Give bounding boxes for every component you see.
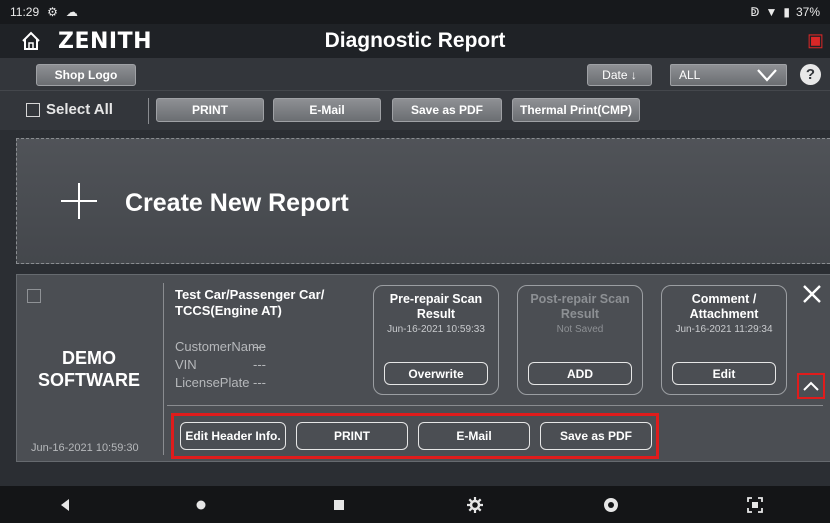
collapse-button[interactable] <box>797 373 825 399</box>
comment-attachment-title: Comment / Attachment <box>662 292 786 322</box>
field-value: --- <box>253 357 266 372</box>
create-new-report-label: Create New Report <box>125 189 349 217</box>
create-new-report-button[interactable]: Create New Report <box>16 138 830 264</box>
license-plate-row: LicensePlate --- <box>175 375 266 390</box>
navigation-bar <box>0 486 830 523</box>
status-time: 11:29 <box>10 5 40 19</box>
field-value: --- <box>253 375 266 390</box>
date-sort-button[interactable]: Date ↓ <box>587 64 652 86</box>
pre-repair-scan-title: Pre-repair Scan Result <box>374 292 498 322</box>
filter-dropdown[interactable]: ALL <box>670 64 787 86</box>
wifi-icon: ▼ <box>765 5 778 19</box>
title-line: Attachment <box>689 307 759 321</box>
select-all-checkbox[interactable]: Select All <box>26 101 113 118</box>
divider <box>167 405 823 406</box>
help-button[interactable]: ? <box>800 64 821 85</box>
report-checkbox[interactable] <box>27 289 41 303</box>
report-source-line2: SOFTWARE <box>38 370 140 390</box>
vehicle-path-line1: Test Car/Passenger Car/ <box>175 287 325 302</box>
title-line: Result <box>560 307 600 321</box>
field-label: LicensePlate <box>175 375 250 390</box>
status-bar: 11:29 ⚙ ☁ ↁ ▼ ▮ 37% <box>0 0 830 24</box>
edit-comment-button[interactable]: Edit <box>672 362 776 385</box>
post-repair-scan-panel: Post-repair Scan Result Not Saved ADD <box>517 285 643 395</box>
comment-attachment-date: Jun-16-2021 11:29:34 <box>675 324 773 335</box>
home-nav-icon[interactable] <box>192 496 210 514</box>
post-repair-scan-date: Not Saved <box>556 324 604 335</box>
checkbox-icon <box>26 102 40 117</box>
field-label: VIN <box>175 357 197 372</box>
battery-level: 37% <box>795 5 820 19</box>
chevron-up-icon <box>803 381 819 391</box>
field-value: --- <box>253 339 266 354</box>
battery-icon: ▮ <box>783 5 790 19</box>
report-action-group: Edit Header Info. PRINT E-Mail Save as P… <box>171 413 659 459</box>
report-print-button[interactable]: PRINT <box>296 422 408 450</box>
add-button[interactable]: ADD <box>528 362 632 385</box>
filter-selected-value: ALL <box>679 68 701 82</box>
email-button[interactable]: E-Mail <box>273 98 381 122</box>
print-button[interactable]: PRINT <box>156 98 264 122</box>
vibrate-icon: ↁ <box>750 5 760 19</box>
report-source: DEMO SOFTWARE <box>17 347 161 391</box>
divider <box>148 98 149 124</box>
edit-header-info-button[interactable]: Edit Header Info. <box>180 422 286 450</box>
chevron-down-icon <box>757 69 777 82</box>
field-label: CustomerName <box>175 339 267 354</box>
report-created-date: Jun-16-2021 10:59:30 <box>31 442 139 454</box>
settings-icon[interactable] <box>466 496 484 514</box>
report-email-button[interactable]: E-Mail <box>418 422 530 450</box>
report-save-pdf-button[interactable]: Save as PDF <box>540 422 652 450</box>
report-source-line1: DEMO <box>62 348 116 368</box>
title-line: Result <box>416 307 456 321</box>
vci-status-icon[interactable]: ▣ <box>800 30 824 52</box>
screenshot-icon[interactable] <box>746 496 764 514</box>
vin-row: VIN --- <box>175 357 266 372</box>
toolbar-top: Shop Logo Date ↓ ALL ? <box>0 58 830 90</box>
page-title: Diagnostic Report <box>324 29 506 52</box>
select-all-label: Select All <box>46 101 113 118</box>
plus-icon <box>61 183 97 219</box>
report-card: DEMO SOFTWARE Jun-16-2021 10:59:30 Test … <box>16 274 830 462</box>
vehicle-path-line2: TCCS(Engine AT) <box>175 303 282 318</box>
toolbar-actions: Select All PRINT E-Mail Save as PDF Ther… <box>0 90 830 130</box>
pre-repair-scan-date: Jun-16-2021 10:59:33 <box>387 324 485 335</box>
cloud-status-icon: ☁ <box>65 5 78 19</box>
title-bar: ZENITH Diagnostic Report ▣ <box>0 24 830 58</box>
comment-attachment-panel: Comment / Attachment Jun-16-2021 11:29:3… <box>661 285 787 395</box>
title-line: Comment / <box>691 292 757 306</box>
thermal-print-button[interactable]: Thermal Print(CMP) <box>512 98 640 122</box>
divider <box>163 283 164 455</box>
title-line: Pre-repair Scan <box>389 292 483 306</box>
customer-name-row: CustomerName --- <box>175 339 266 354</box>
vehicle-path: Test Car/Passenger Car/ TCCS(Engine AT) <box>175 287 324 319</box>
post-repair-scan-title: Post-repair Scan Result <box>518 292 642 322</box>
overwrite-button[interactable]: Overwrite <box>384 362 488 385</box>
title-line: Post-repair Scan <box>530 292 630 306</box>
settings-status-icon: ⚙ <box>47 5 58 19</box>
browser-icon[interactable] <box>602 496 620 514</box>
save-pdf-button[interactable]: Save as PDF <box>392 98 502 122</box>
back-icon[interactable] <box>56 496 74 514</box>
shop-logo-button[interactable]: Shop Logo <box>36 64 136 86</box>
close-icon[interactable] <box>801 283 823 305</box>
pre-repair-scan-panel: Pre-repair Scan Result Jun-16-2021 10:59… <box>373 285 499 395</box>
recent-apps-icon[interactable] <box>330 496 348 514</box>
